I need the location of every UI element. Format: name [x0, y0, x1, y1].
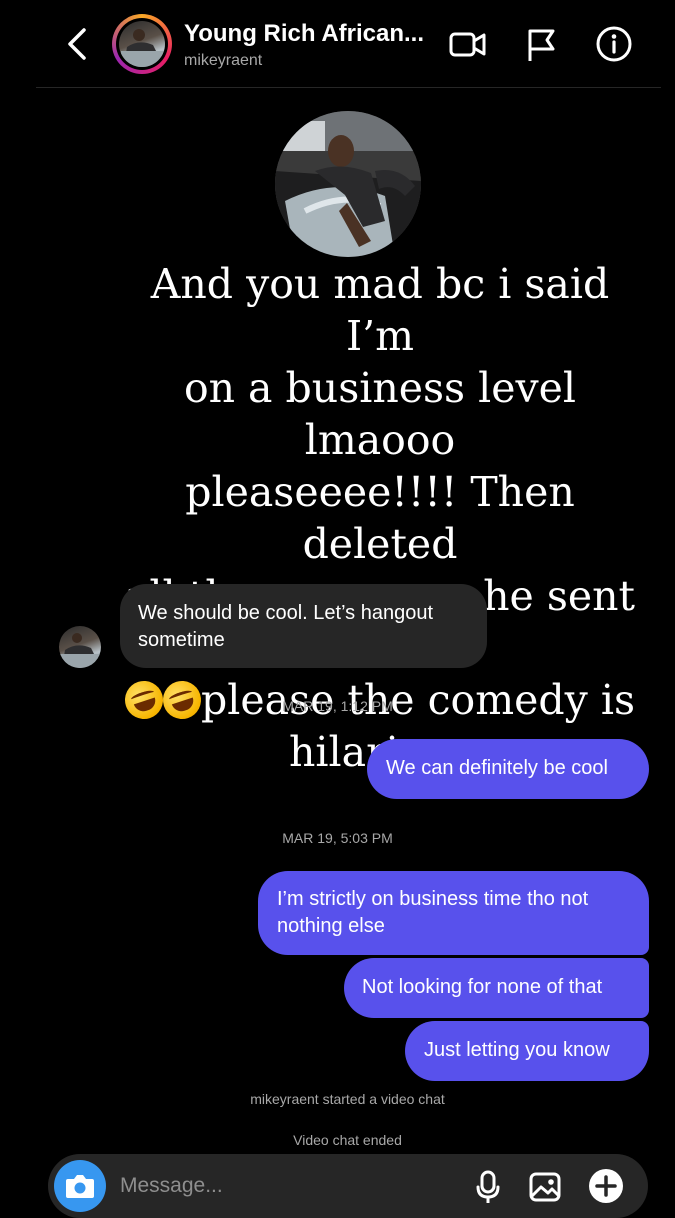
- outgoing-message-bubble[interactable]: I’m strictly on business time tho not no…: [258, 871, 649, 955]
- conversation-title[interactable]: Young Rich African...: [184, 20, 424, 48]
- story-photo[interactable]: [275, 111, 421, 257]
- microphone-icon: [476, 1170, 500, 1203]
- voice-message-button[interactable]: [468, 1166, 508, 1206]
- plus-icon: [589, 1169, 623, 1203]
- message-text: We can definitely be cool: [386, 757, 608, 779]
- incoming-message-bubble[interactable]: We should be cool. Let’s hangout sometim…: [120, 584, 487, 668]
- back-button[interactable]: [60, 24, 96, 64]
- chevron-left-icon: [68, 28, 86, 60]
- message-text: nothing else: [277, 915, 385, 937]
- message-input[interactable]: Message...: [120, 1174, 223, 1198]
- message-timestamp: MAR 19, 5:03 PM: [282, 830, 393, 846]
- header-divider: [36, 87, 661, 88]
- message-text: sometime: [138, 629, 225, 651]
- camera-icon: [66, 1175, 94, 1198]
- sender-avatar[interactable]: [59, 626, 101, 668]
- message-composer: Message...: [48, 1154, 648, 1218]
- message-text: Not looking for none of that: [362, 976, 603, 998]
- video-call-button[interactable]: [448, 24, 488, 64]
- story-line: And you mad bc i said I’m: [150, 260, 610, 360]
- camera-button[interactable]: [54, 1160, 106, 1212]
- message-text: We should be cool. Let’s hangout: [138, 602, 434, 624]
- info-icon: [596, 26, 632, 62]
- outgoing-message-bubble[interactable]: We can definitely be cool: [367, 739, 649, 799]
- system-message: Video chat ended: [293, 1132, 402, 1148]
- outgoing-message-bubble[interactable]: Just letting you know: [405, 1021, 649, 1081]
- message-text: Just letting you know: [424, 1039, 610, 1061]
- story-line: on a business level lmaooo: [183, 364, 577, 464]
- info-button[interactable]: [594, 24, 634, 64]
- story-line: pleaseeee!!!! Then deleted: [185, 468, 575, 568]
- more-actions-button[interactable]: [586, 1166, 626, 1206]
- conversation-username[interactable]: mikeyraent: [184, 52, 262, 70]
- message-text: I’m strictly on business time tho not: [277, 888, 589, 910]
- video-camera-icon: [449, 32, 486, 57]
- flag-icon: [528, 29, 555, 61]
- image-icon: [529, 1172, 561, 1202]
- gallery-button[interactable]: [525, 1166, 565, 1206]
- header-avatar[interactable]: [112, 14, 172, 74]
- report-button[interactable]: [522, 24, 562, 64]
- message-timestamp: MAR 19, 1:12 PM: [282, 698, 393, 714]
- outgoing-message-bubble[interactable]: Not looking for none of that: [344, 958, 649, 1018]
- chat-header: Young Rich African... mikeyraent: [0, 0, 675, 88]
- system-message: mikeyraent started a video chat: [250, 1091, 445, 1107]
